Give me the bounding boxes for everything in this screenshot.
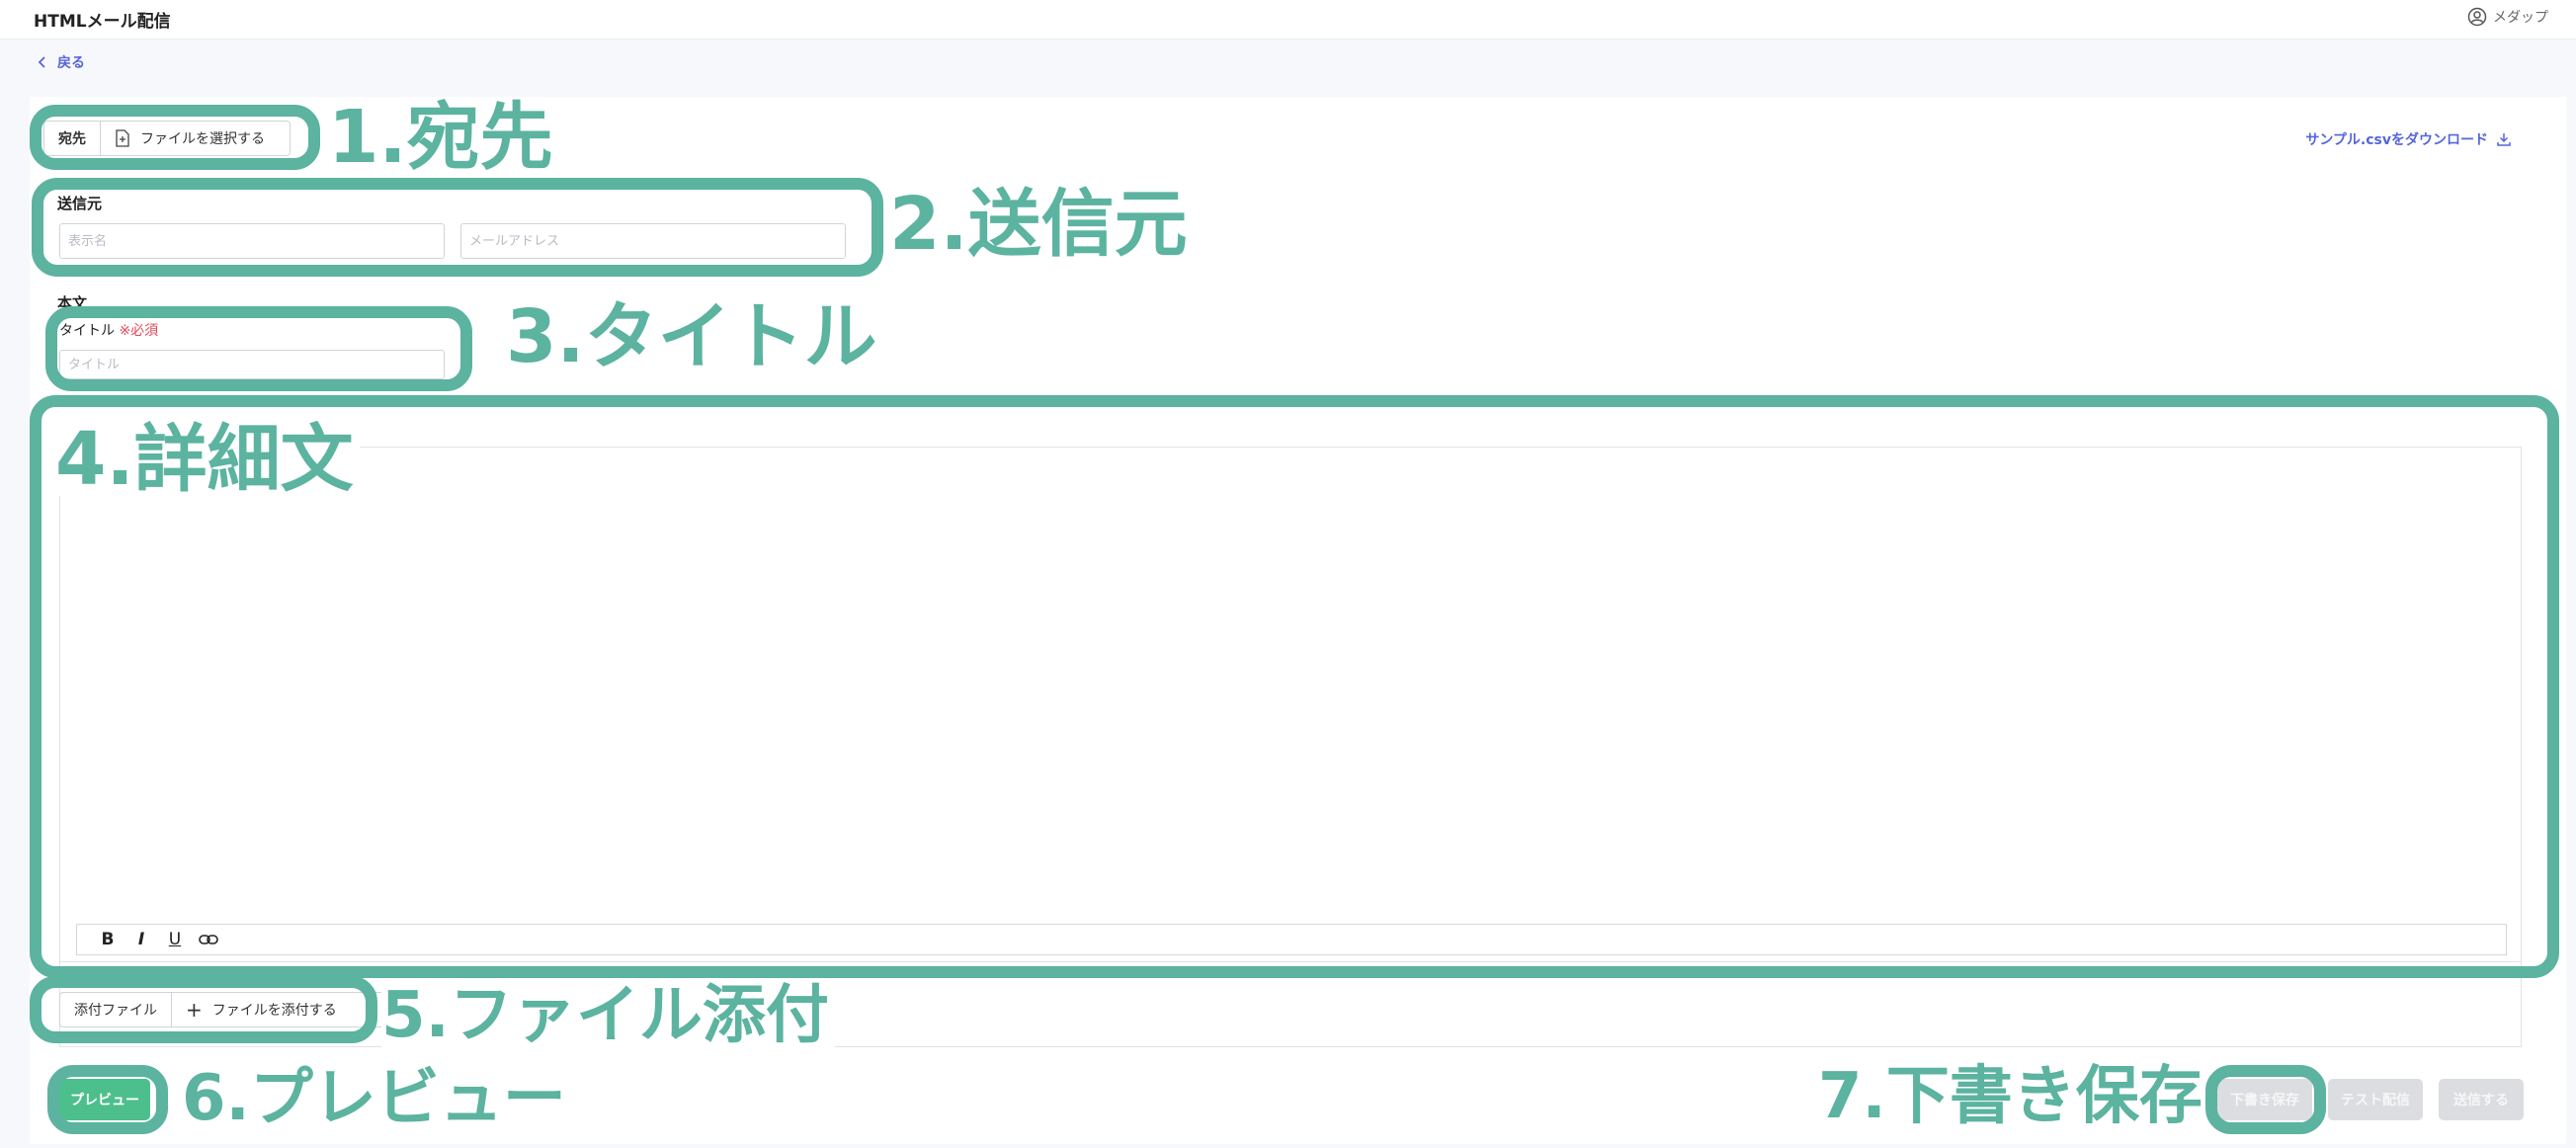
annotation-box-5 bbox=[30, 976, 377, 1043]
annotation-label-4: 4.詳細文 bbox=[55, 423, 360, 496]
user-name: メダップ bbox=[2493, 10, 2548, 26]
annotation-box-7 bbox=[2205, 1065, 2326, 1134]
back-link[interactable]: 戻る bbox=[38, 52, 85, 72]
user-menu[interactable]: メダップ bbox=[2467, 7, 2548, 27]
user-icon bbox=[2467, 7, 2487, 27]
annotation-label-5: 5.ファイル添付 bbox=[381, 984, 835, 1047]
annotation-box-6 bbox=[47, 1065, 168, 1134]
download-sample-link[interactable]: サンプル.csvをダウンロード bbox=[2305, 129, 2512, 149]
annotation-box-2 bbox=[32, 178, 883, 277]
download-sample-label: サンプル.csvをダウンロード bbox=[2305, 132, 2488, 148]
annotation-box-3 bbox=[45, 306, 472, 391]
download-icon bbox=[2497, 133, 2511, 146]
send-button[interactable]: 送信する bbox=[2439, 1079, 2524, 1120]
annotation-label-3: 3.タイトル bbox=[506, 294, 877, 379]
annotation-label-1: 1.宛先 bbox=[328, 95, 553, 180]
test-send-button[interactable]: テスト配信 bbox=[2328, 1079, 2423, 1120]
annotation-label-7: 7.下書き保存 bbox=[1818, 1060, 2202, 1133]
annotation-box-1 bbox=[30, 105, 320, 170]
chevron-left-icon bbox=[38, 56, 45, 68]
app-title: HTMLメール配信 bbox=[34, 12, 171, 32]
back-label: 戻る bbox=[57, 55, 85, 71]
top-bar: HTMLメール配信 メダップ bbox=[0, 0, 2576, 40]
annotation-box-4 bbox=[30, 395, 2559, 978]
annotation-label-2: 2.送信元 bbox=[889, 182, 1188, 267]
annotation-label-6: 6.プレビュー bbox=[182, 1062, 566, 1135]
